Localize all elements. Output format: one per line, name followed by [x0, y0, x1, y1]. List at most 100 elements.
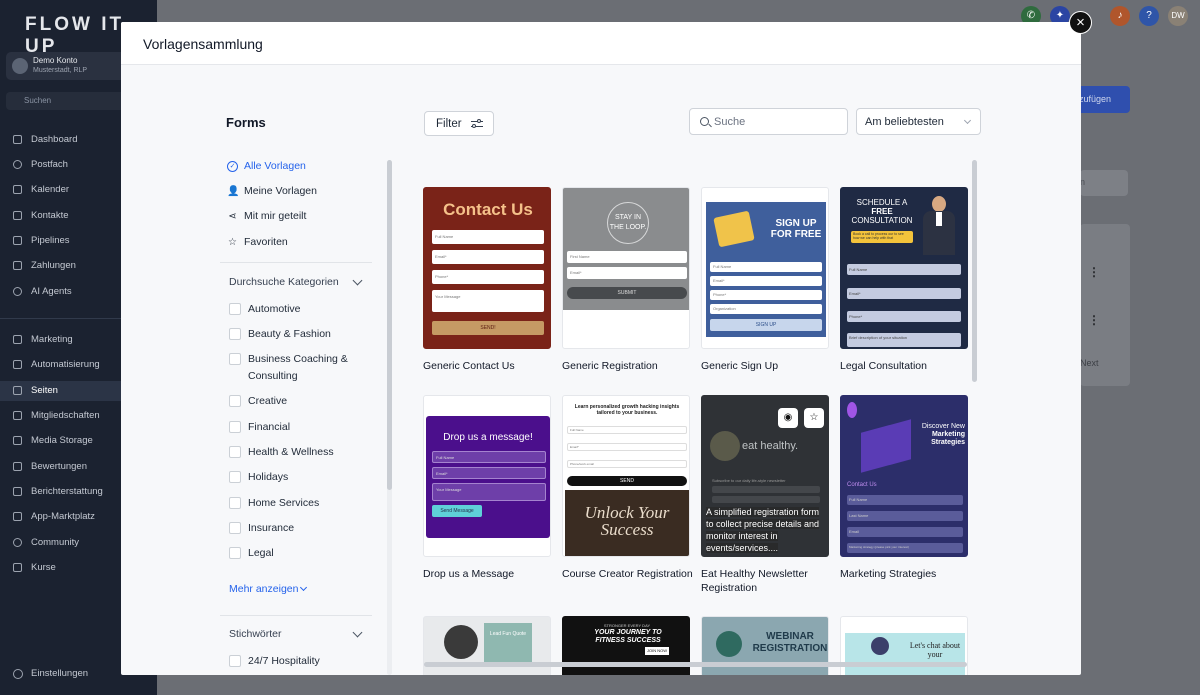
sort-select[interactable]: Am beliebtesten — [856, 108, 981, 135]
pipelines-icon — [13, 236, 22, 245]
grid-scrollbar-thumb[interactable] — [972, 160, 977, 382]
more-options-icon[interactable]: ⋮ — [1088, 313, 1100, 327]
sparkle-icon — [13, 287, 22, 296]
category-beauty-fashion[interactable]: Beauty & Fashion — [229, 326, 369, 343]
thumb-field: Your Message — [432, 483, 546, 501]
template-search[interactable] — [689, 108, 848, 135]
view-shared-with-me[interactable]: ⋖ Mit mir geteilt — [227, 210, 306, 228]
template-card-course-creator-registration[interactable]: Learn personalized growth hacking insigh… — [562, 395, 690, 557]
dashboard-icon — [13, 135, 22, 144]
contacts-icon — [13, 211, 22, 220]
category-checkbox[interactable] — [229, 328, 241, 340]
thumb-photo: Unlock Your Success — [565, 490, 689, 556]
thumb-button: SIGN UP — [710, 319, 822, 331]
community-icon — [13, 538, 22, 547]
template-label: Drop us a Message — [423, 568, 515, 580]
user-avatar[interactable]: DW — [1168, 6, 1188, 26]
favorite-star-icon[interactable]: ☆ — [804, 408, 824, 428]
filter-scrollbar-thumb[interactable] — [387, 160, 392, 490]
category-label: Business Coaching & Consulting — [248, 353, 348, 382]
keyword-label: 24/7 Hospitality — [248, 655, 320, 667]
category-checkbox[interactable] — [229, 303, 241, 315]
filter-button[interactable]: Filter — [424, 111, 494, 136]
thumb-field: Your Message — [432, 290, 544, 312]
show-more-label: Mehr anzeigen — [229, 583, 299, 595]
chevron-down-icon[interactable] — [352, 275, 363, 286]
template-card-eat-healthy-newsletter[interactable]: eat healthy. Subscribe to our daily life… — [701, 395, 829, 557]
thumb-field: Full Name — [710, 262, 822, 272]
category-legal[interactable]: Legal — [229, 545, 369, 562]
view-all-templates[interactable]: ✓ Alle Vorlagen — [227, 160, 306, 178]
category-holidays[interactable]: Holidays — [229, 469, 369, 486]
category-business-coaching[interactable]: Business Coaching & Consulting — [229, 351, 369, 385]
template-card-generic-sign-up[interactable]: SIGN UP FOR FREE Full Name Email* Phone*… — [701, 187, 829, 349]
thumb-field: Last Name — [847, 511, 963, 521]
category-checkbox[interactable] — [229, 353, 241, 365]
sidebar-item-label: App-Marktplatz — [31, 511, 95, 522]
search-input[interactable] — [714, 114, 842, 130]
category-label: Home Services — [248, 497, 320, 509]
category-insurance[interactable]: Insurance — [229, 520, 369, 537]
keyword-checkbox[interactable] — [229, 655, 241, 667]
category-checkbox[interactable] — [229, 497, 241, 509]
category-automotive[interactable]: Automotive — [229, 301, 369, 318]
category-checkbox[interactable] — [229, 547, 241, 559]
category-checkbox[interactable] — [229, 446, 241, 458]
thumb-title: eat healthy. — [742, 440, 799, 452]
category-creative[interactable]: Creative — [229, 393, 369, 410]
thumb-contact-title: Contact Us — [847, 482, 877, 488]
template-library-modal: Vorlagensammlung Forms ✓ Alle Vorlagen 👤 M… — [121, 22, 1081, 675]
sort-value: Am beliebtesten — [865, 116, 944, 128]
thumb-field: Full Name — [567, 426, 687, 434]
more-options-icon[interactable]: ⋮ — [1088, 265, 1100, 279]
view-label: Favoriten — [244, 236, 288, 248]
thumb-title: Discover New Marketing Strategies — [921, 423, 965, 446]
template-card-legal-consultation[interactable]: SCHEDULE A FREE CONSULTATION Book a call t… — [840, 187, 968, 349]
bell-icon[interactable]: ♪ — [1110, 6, 1130, 26]
chevron-down-icon[interactable] — [352, 627, 363, 638]
category-checkbox[interactable] — [229, 395, 241, 407]
help-icon[interactable]: ? — [1139, 6, 1159, 26]
filter-scrollbar[interactable] — [387, 160, 392, 675]
account-avatar — [12, 58, 28, 74]
thumb-field: Full Name — [847, 264, 961, 275]
filter-divider — [220, 615, 372, 616]
template-card-generic-registration[interactable]: STAY IN THE LOOP. First Name Email* SUBM… — [562, 187, 690, 349]
category-checkbox[interactable] — [229, 421, 241, 433]
background-field: n — [1080, 170, 1128, 196]
thumb-title: SCHEDULE A FREE CONSULTATION — [851, 198, 913, 225]
thumb-button: Send Message — [432, 505, 482, 517]
thumb-title: Lead Fun Quote — [484, 623, 532, 663]
category-financial[interactable]: Financial — [229, 419, 369, 436]
grid-horizontal-scrollbar[interactable] — [424, 662, 967, 667]
template-card-generic-contact-us[interactable]: Contact Us Full Name Email* Phone* Your … — [423, 187, 551, 349]
category-home-services[interactable]: Home Services — [229, 495, 369, 512]
show-more-link[interactable]: Mehr anzeigen — [229, 583, 308, 595]
thumb-field: Phone* — [710, 290, 822, 300]
category-checkbox[interactable] — [229, 522, 241, 534]
sidebar-item-label: Seiten — [31, 385, 58, 396]
close-modal-button[interactable]: × — [1069, 11, 1092, 34]
thumb-field: Email* — [432, 250, 544, 264]
star-icon: ☆ — [228, 237, 237, 248]
category-checkbox[interactable] — [229, 471, 241, 483]
view-label: Mit mir geteilt — [244, 210, 307, 222]
categories-heading[interactable]: Durchsuche Kategorien — [229, 276, 339, 288]
template-card-drop-us-a-message[interactable]: Drop us a message! Full Name Email* Your… — [423, 395, 551, 557]
template-card-marketing-strategies[interactable]: Discover New Marketing Strategies Contact … — [840, 395, 968, 557]
sidebar-item-label: Kontakte — [31, 210, 69, 221]
thumb-field: Email* — [847, 288, 961, 299]
keywords-heading[interactable]: Stichwörter — [229, 628, 282, 640]
view-favorites[interactable]: ☆ Favoriten — [227, 236, 288, 254]
sidebar-item-label: Kalender — [31, 184, 70, 195]
pagination-next[interactable]: Next — [1080, 358, 1099, 368]
view-my-templates[interactable]: 👤 Meine Vorlagen — [227, 185, 317, 203]
add-button[interactable]: nzufügen — [1074, 86, 1130, 113]
preview-eye-icon[interactable]: ◉ — [778, 408, 798, 428]
chevron-down-icon — [300, 583, 308, 592]
sidebar-item-label: Postfach — [31, 159, 68, 170]
modal-title: Vorlagensammlung — [143, 36, 263, 52]
thumb-title: SIGN UP FOR FREE — [770, 218, 822, 240]
keyword-24-7-hospitality[interactable]: 24/7 Hospitality — [229, 653, 369, 670]
category-health-wellness[interactable]: Health & Wellness — [229, 444, 369, 461]
